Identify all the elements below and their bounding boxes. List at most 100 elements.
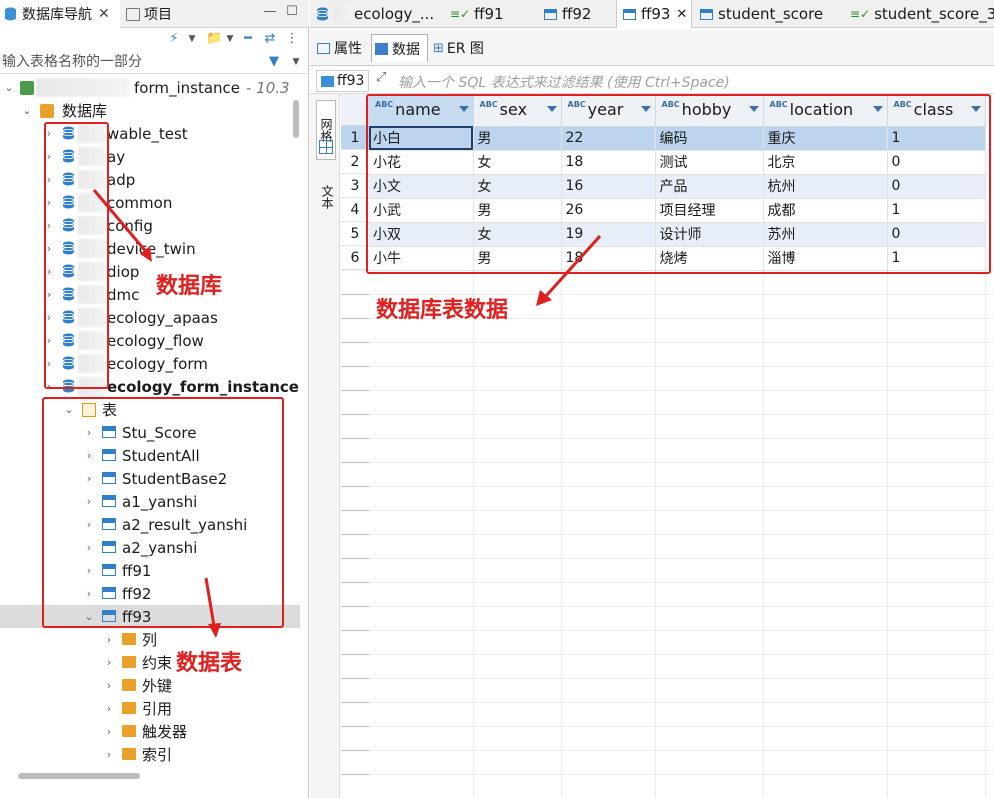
editor-tab-label: ff91 — [474, 5, 504, 23]
child-label: 外键 — [142, 677, 173, 695]
ff93-child-node[interactable]: › 索引 — [0, 743, 300, 766]
connection-suffix: - 10.3 — [246, 78, 290, 97]
connection-node[interactable]: ⌄ form_instance - 10.3 — [0, 76, 300, 99]
chevron-right-icon[interactable]: › — [104, 633, 114, 646]
row-line — [341, 702, 994, 703]
chevron-down-icon[interactable]: ▼ — [288, 54, 304, 70]
row-line — [341, 558, 994, 559]
chevron-down-icon[interactable]: ▼ — [184, 31, 200, 47]
horizontal-scrollbar[interactable] — [18, 773, 140, 779]
expand-filter-icon[interactable]: ⤢ — [376, 70, 386, 85]
maximize-icon[interactable]: ☐ — [284, 4, 300, 20]
vertical-scrollbar[interactable] — [293, 100, 299, 138]
editor-tab[interactable]: student_score — [694, 0, 840, 28]
chevron-down-icon[interactable]: ▼ — [222, 31, 238, 47]
editor-tab[interactable]: ff93 ✕ — [616, 0, 692, 28]
annotation-tables: 数据表 — [176, 651, 243, 676]
ff93-child-node[interactable]: › 约束 — [0, 651, 300, 674]
subtab-er-diagram[interactable]: ⊞ ER 图 — [430, 34, 492, 62]
chevron-right-icon[interactable]: › — [104, 679, 114, 692]
database-label: ecology_form — [107, 354, 208, 373]
table-name-chip[interactable]: ff93 — [316, 70, 370, 92]
properties-icon — [317, 42, 330, 54]
database-label: config — [107, 216, 153, 235]
connection-icon — [20, 80, 34, 95]
child-label: 触发器 — [142, 723, 188, 741]
minimize-icon[interactable]: — — [262, 4, 278, 20]
row-number[interactable]: 5 — [341, 222, 369, 246]
tab-database-navigator[interactable]: 数据库导航 ✕ — [0, 0, 120, 28]
editor-tab-label: student_score — [718, 5, 824, 23]
subtab-properties[interactable]: 属性 — [314, 34, 370, 62]
chevron-right-icon[interactable]: › — [104, 725, 114, 738]
editor-tab[interactable]: ecology_... — [310, 0, 440, 28]
folder-icon — [122, 725, 136, 737]
row-header-corner — [341, 94, 369, 126]
row-line — [341, 606, 994, 607]
filter-icon[interactable]: ▼ — [266, 54, 282, 70]
subtab-data[interactable]: 数据 — [371, 34, 428, 62]
ff93-child-node[interactable]: › 触发器 — [0, 720, 300, 743]
close-icon[interactable]: ✕ — [98, 6, 110, 22]
ff93-child-node[interactable]: › 列 — [0, 628, 300, 651]
new-connection-icon[interactable]: ⚡ — [166, 31, 182, 47]
row-gutter-line — [341, 534, 369, 535]
chevron-right-icon[interactable]: › — [104, 748, 114, 761]
editor-tab[interactable]: ff92 — [538, 0, 610, 28]
row-gutter-line — [341, 366, 369, 367]
side-tab-label: 网格 — [319, 118, 333, 142]
editor-tab-label: ecology_... — [354, 5, 435, 23]
annotation-databases: 数据库 — [156, 274, 223, 299]
row-gutter-line — [341, 582, 369, 583]
row-line — [341, 654, 994, 655]
folder-icon — [122, 748, 136, 760]
row-line — [341, 342, 994, 343]
constraints-icon — [122, 656, 136, 668]
row-number[interactable]: 6 — [341, 246, 369, 270]
subtab-label: ER 图 — [446, 41, 484, 57]
row-line — [341, 582, 994, 583]
tab-label: 项目 — [144, 7, 172, 23]
row-line — [341, 678, 994, 679]
row-gutter-line — [341, 750, 369, 751]
tab-project[interactable]: 项目 — [126, 0, 190, 28]
annotation-table-data: 数据库表数据 — [376, 298, 509, 323]
row-gutter-line — [341, 486, 369, 487]
table-icon — [544, 8, 557, 20]
editor-tab[interactable]: ≡✓ ff91 — [444, 0, 532, 28]
row-gutter-line — [341, 390, 369, 391]
row-number[interactable]: 1 — [341, 126, 369, 150]
row-gutter-line — [341, 678, 369, 679]
collapse-all-icon[interactable]: ━ — [240, 31, 256, 47]
databases-folder[interactable]: ⌄ 数据库 — [0, 99, 300, 122]
row-number[interactable]: 3 — [341, 174, 369, 198]
row-gutter-line — [341, 630, 369, 631]
ff93-child-node[interactable]: › 外键 — [0, 674, 300, 697]
ff93-child-node[interactable]: › 引用 — [0, 697, 300, 720]
chevron-down-icon[interactable]: ⌄ — [4, 81, 14, 94]
row-line — [341, 774, 994, 775]
sql-script-icon: ≡✓ — [450, 7, 471, 21]
row-gutter-line — [341, 294, 369, 295]
child-label: 引用 — [142, 700, 173, 718]
er-diagram-icon: ⊞ — [433, 40, 444, 56]
chevron-right-icon[interactable]: › — [104, 656, 114, 669]
child-label: 约束 — [142, 654, 173, 672]
table-filter-input[interactable]: 输入表格名称的一部分 — [0, 50, 309, 74]
chevron-down-icon[interactable]: ⌄ — [22, 104, 32, 117]
editor-tab[interactable]: ≡✓ student_score_3 — [844, 0, 994, 28]
table-name-label: ff93 — [337, 73, 365, 89]
close-icon[interactable]: ✕ — [676, 7, 687, 22]
table-icon — [623, 8, 636, 20]
sql-filter-input[interactable]: 输入一个 SQL 表达式来过滤结果 (使用 Ctrl+Space) — [398, 72, 988, 92]
chevron-right-icon[interactable]: › — [104, 702, 114, 715]
side-tab-text[interactable]: 文本 — [316, 172, 336, 222]
row-line — [341, 414, 994, 415]
link-editor-icon[interactable]: ⇄ — [262, 31, 278, 47]
more-menu-icon[interactable]: ⋮ — [284, 31, 300, 47]
database-label: device_twin — [107, 239, 196, 258]
new-folder-icon[interactable]: 📁 — [206, 31, 222, 47]
row-number[interactable]: 4 — [341, 198, 369, 222]
blurred-text — [334, 6, 352, 22]
row-number[interactable]: 2 — [341, 150, 369, 174]
